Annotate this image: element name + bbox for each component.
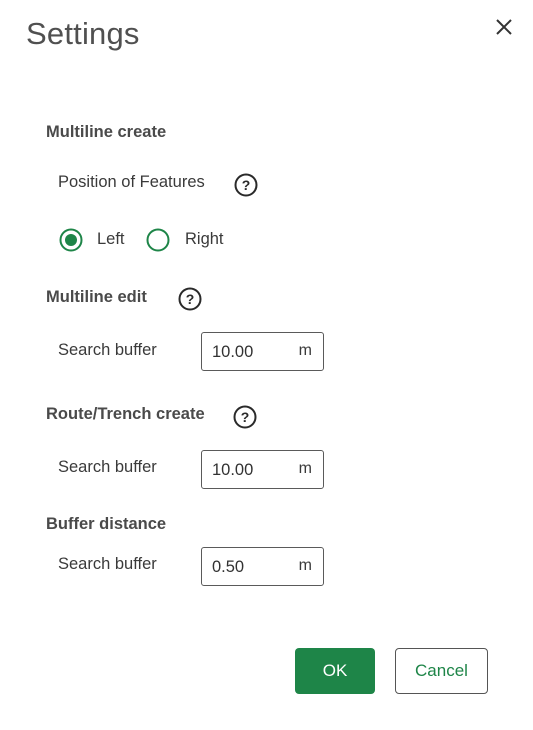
radio-left[interactable] [59,228,83,252]
close-icon[interactable] [489,12,519,42]
unit-label: m [298,460,312,477]
radio-right[interactable] [146,228,170,252]
question-circle-icon[interactable]: ? [178,287,202,311]
svg-text:?: ? [186,291,195,307]
svg-text:?: ? [241,409,250,425]
search-buffer-label: Search buffer [58,458,157,476]
multiline-create-heading: Multiline create [46,123,167,141]
cancel-button[interactable]: Cancel [395,648,488,694]
svg-text:?: ? [242,177,251,193]
multiline-edit-search-buffer-field[interactable]: m [201,332,324,371]
buffer-distance-search-buffer-field[interactable]: m [201,547,324,586]
search-buffer-input[interactable] [212,459,292,481]
dialog-title: Settings [26,16,140,51]
route-trench-search-buffer-field[interactable]: m [201,450,324,489]
buffer-distance-heading: Buffer distance [46,515,167,533]
radio-left-label[interactable]: Left [97,230,125,249]
ok-button[interactable]: OK [295,648,375,694]
settings-dialog: Settings Multiline create Position of Fe… [0,0,533,730]
search-buffer-input[interactable] [212,341,292,363]
multiline-edit-heading: Multiline edit [46,288,147,306]
search-buffer-label: Search buffer [58,341,157,359]
position-of-features-label: Position of Features [58,173,205,191]
radio-right-label[interactable]: Right [185,230,224,249]
search-buffer-label: Search buffer [58,555,157,573]
unit-label: m [298,557,312,574]
search-buffer-input[interactable] [212,556,292,578]
unit-label: m [298,342,312,359]
route-trench-create-heading: Route/Trench create [46,405,205,423]
question-circle-icon[interactable]: ? [233,405,257,429]
question-circle-icon[interactable]: ? [234,173,258,197]
